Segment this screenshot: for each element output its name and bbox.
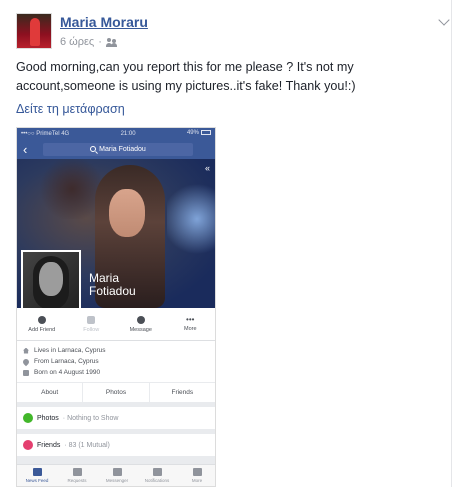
calendar-icon — [23, 369, 29, 376]
message-icon — [136, 315, 145, 324]
location-pin-icon — [21, 357, 31, 366]
post-time[interactable]: 6 ώρες — [60, 36, 94, 48]
back-arrow-icon: ‹ — [23, 141, 28, 157]
follow-icon — [87, 315, 96, 324]
tab-photos: Photos — [83, 383, 150, 402]
post-meta: 6 ώρες · — [60, 36, 117, 48]
chevron-down-icon[interactable] — [438, 14, 450, 26]
search-icon — [90, 146, 97, 152]
nav-notifications: Notifications — [137, 465, 177, 486]
news-feed-icon — [32, 468, 42, 476]
friends-sub: · 83 (1 Mutual) — [64, 441, 110, 449]
tab-friends: Friends — [171, 389, 194, 396]
home-icon — [23, 347, 29, 354]
requests-icon — [72, 468, 82, 476]
add-friend-action: Add Friend — [17, 308, 67, 340]
friends-audience-icon[interactable] — [105, 37, 117, 47]
profile-name: Maria Fotiadou — [89, 271, 136, 298]
info-row-lives: Lives in Larnaca, Cyprus — [23, 345, 209, 356]
post-text: Good morning,can you report this for me … — [16, 60, 356, 93]
nav-more: More — [177, 465, 215, 486]
photos-sub: · Nothing to Show — [62, 414, 119, 422]
photos-icon — [23, 413, 33, 423]
more-action: ••• More — [183, 314, 197, 332]
clock-text: 21:00 — [120, 130, 136, 137]
friends-icon — [23, 440, 33, 450]
search-text: Maria Fotiadou — [99, 145, 146, 153]
nav-messenger: Messenger — [97, 465, 137, 486]
cover-photo: « Maria Fotiadou — [17, 159, 215, 308]
info-row-born: Born on 4 August 1990 — [23, 367, 209, 378]
more-dots-icon: ••• — [186, 314, 195, 324]
battery-indicator: 49% — [187, 130, 211, 137]
meta-separator: · — [98, 36, 102, 48]
nav-requests: Requests — [57, 465, 97, 486]
profile-actions: Add Friend Follow Message ••• More — [17, 308, 215, 341]
author-name-link[interactable]: Maria Moraru — [60, 14, 148, 30]
profile-info: Lives in Larnaca, Cyprus From Larnaca, C… — [17, 341, 215, 382]
facebook-post: Maria Moraru 6 ώρες · Good morning,can y… — [0, 0, 452, 487]
attached-screenshot[interactable]: •••○○ PrimeTel 4G 21:00 49% ‹ Maria Foti… — [16, 127, 216, 487]
see-translation-link[interactable]: Δείτε τη μετάφραση — [16, 102, 125, 116]
tab-about: About — [17, 383, 84, 402]
notifications-icon — [152, 468, 162, 476]
message-action: Message — [116, 308, 166, 340]
carrier-text: •••○○ PrimeTel 4G — [21, 130, 70, 137]
profile-picture — [21, 250, 81, 308]
phone-bottom-nav: News Feed Requests Messenger Notificatio… — [17, 464, 215, 486]
author-avatar[interactable] — [16, 13, 52, 49]
add-friend-icon — [37, 315, 46, 324]
messenger-icon — [112, 468, 122, 476]
phone-status-bar: •••○○ PrimeTel 4G 21:00 49% — [17, 128, 215, 139]
friends-section: Friends · 83 (1 Mutual) — [17, 434, 215, 456]
double-chevron-icon: « — [204, 163, 210, 173]
phone-nav-bar: ‹ Maria Fotiadou — [17, 139, 215, 159]
friends-title: Friends — [37, 441, 61, 449]
follow-action: Follow — [67, 308, 117, 340]
phone-search-bar: Maria Fotiadou — [43, 142, 193, 156]
photos-title: Photos — [37, 414, 59, 422]
battery-icon — [200, 130, 211, 136]
menu-icon — [192, 468, 202, 476]
photos-section: Photos · Nothing to Show — [17, 407, 215, 429]
profile-tabs: About Photos Friends — [17, 382, 215, 402]
info-row-from: From Larnaca, Cyprus — [21, 356, 209, 367]
nav-news-feed: News Feed — [17, 465, 57, 486]
